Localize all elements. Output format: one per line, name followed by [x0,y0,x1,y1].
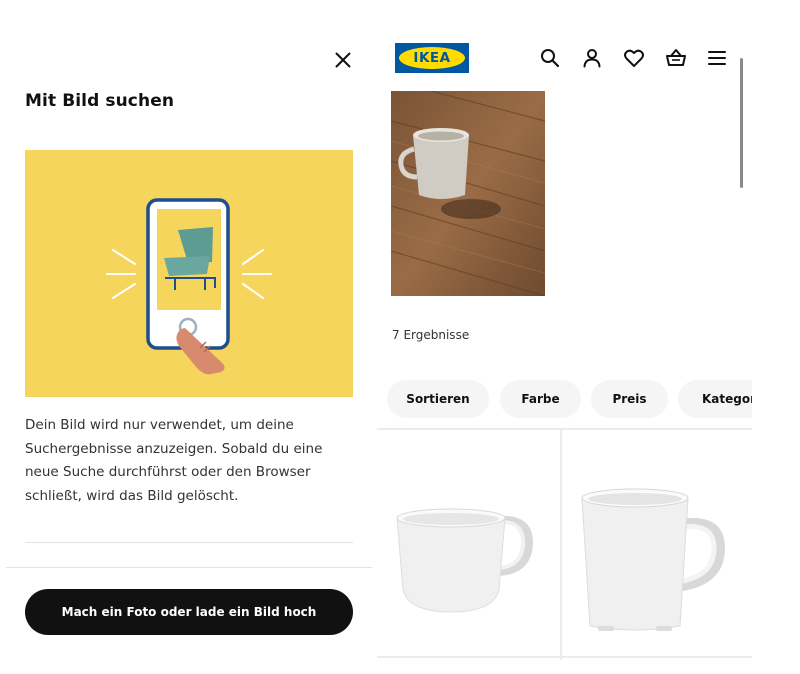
image-search-panel: Mit Bild suchen Dein Bild wird nur verwe… [0,0,372,674]
heart-icon[interactable] [623,47,645,69]
filter-bar: Sortieren Farbe Preis Kategorie [387,380,752,418]
panel-title: Mit Bild suchen [25,91,175,111]
filter-chip-category[interactable]: Kategorie [678,380,752,418]
phone-camera-illustration [25,150,353,397]
search-icon[interactable] [539,47,561,69]
grid-divider [377,656,752,658]
product-card-tall-mug[interactable] [562,430,752,656]
close-button[interactable] [332,49,354,71]
basket-icon[interactable] [665,47,687,69]
uploaded-photo [391,91,545,296]
filter-chip-color[interactable]: Farbe [500,380,581,418]
logo-text: IKEA [413,50,451,66]
filter-chip-sort[interactable]: Sortieren [387,380,489,418]
user-icon[interactable] [581,47,603,69]
result-count: 7 Ergebnisse [392,328,470,342]
divider [25,542,353,543]
logo-oval: IKEA [399,47,465,69]
menu-icon[interactable] [706,47,728,69]
close-icon [335,52,351,68]
scrollbar[interactable] [740,58,743,188]
take-or-upload-photo-button[interactable]: Mach ein Foto oder lade ein Bild hoch [25,589,353,635]
divider [6,567,372,568]
results-page: IKEA 7 Ergebnisse Sortieren Farbe Preis … [377,0,752,674]
privacy-info-text: Dein Bild wird nur verwendet, um deine S… [25,417,323,504]
filter-chip-price[interactable]: Preis [591,380,668,418]
product-card-wide-mug[interactable] [377,430,560,656]
ikea-logo[interactable]: IKEA [395,43,469,73]
